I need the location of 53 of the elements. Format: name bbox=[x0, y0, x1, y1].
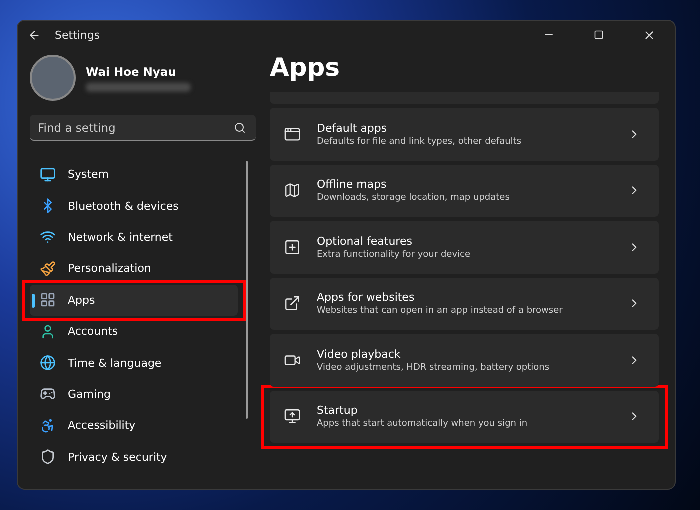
close-icon[interactable] bbox=[642, 28, 656, 42]
add-square-icon bbox=[284, 238, 301, 256]
card-subtitle: Video adjustments, HDR streaming, battery options bbox=[317, 362, 551, 373]
app-grid-icon bbox=[40, 292, 56, 308]
nav-item[interactable]: Gaming bbox=[30, 378, 238, 410]
settings-card[interactable]: Apps for websites Websites that can open in an app instead of a browser bbox=[270, 278, 659, 330]
gamepad-icon bbox=[40, 386, 56, 402]
nav-item[interactable]: Network & internet bbox=[30, 222, 238, 254]
nav-item[interactable]: Privacy & security bbox=[30, 442, 238, 473]
settings-card[interactable]: Default apps Defaults for file and link types, other defaults bbox=[270, 108, 659, 160]
globe-icon bbox=[40, 355, 56, 372]
nav-item[interactable]: Accounts bbox=[30, 316, 238, 348]
page-title: Apps bbox=[270, 53, 342, 83]
avatar bbox=[30, 55, 76, 101]
settings-card[interactable]: Offline maps Downloads, storage location, map updates bbox=[270, 164, 659, 217]
card-subtitle: Defaults for file and link types, other defaults bbox=[317, 136, 523, 147]
monitor-icon bbox=[40, 166, 56, 183]
accessibility-icon bbox=[40, 418, 56, 434]
card-title: Optional features bbox=[317, 234, 414, 248]
card-title: Startup bbox=[317, 404, 359, 418]
search-icon[interactable] bbox=[234, 122, 246, 134]
maximize-icon[interactable] bbox=[594, 30, 604, 40]
nav-item[interactable]: Personalization bbox=[30, 253, 238, 285]
card-subtitle: Websites that can open in an app instead of a browser bbox=[317, 306, 564, 316]
monitor-arrow-icon bbox=[284, 408, 301, 426]
person-icon bbox=[40, 324, 56, 340]
card-title: Default apps bbox=[317, 122, 388, 135]
card-subtitle: Apps that start automatically when you sign in bbox=[317, 419, 529, 430]
card-title: Video playback bbox=[317, 348, 402, 361]
nav-item[interactable]: System bbox=[30, 159, 238, 190]
back-icon[interactable] bbox=[28, 28, 41, 42]
nav-item[interactable]: Apps bbox=[30, 284, 238, 316]
user-name: Wai Hoe Nyau bbox=[86, 64, 178, 78]
scrollbar[interactable] bbox=[246, 161, 248, 419]
card-title: Apps for websites bbox=[317, 291, 416, 304]
card-title: Offline maps bbox=[317, 178, 388, 192]
nav-item[interactable]: Bluetooth & devices bbox=[30, 190, 238, 222]
settings-card[interactable]: Optional features Extra functionality for your device bbox=[270, 221, 659, 274]
card-subtitle: Downloads, storage location, map updates bbox=[317, 193, 511, 204]
paintbrush-icon bbox=[40, 260, 56, 277]
window-icon bbox=[284, 126, 301, 143]
card-subtitle: Extra functionality for your device bbox=[317, 250, 472, 260]
settings-card[interactable]: Startup Apps that start automatically when you sign in bbox=[270, 390, 659, 443]
window-title: Settings bbox=[55, 28, 102, 42]
nav-item[interactable]: Accessibility bbox=[30, 410, 238, 442]
shield-icon bbox=[40, 449, 56, 466]
nav-item[interactable]: Time & language bbox=[30, 347, 238, 379]
map-icon bbox=[284, 182, 301, 200]
settings-card[interactable]: Video playback Video adjustments, HDR streaming, battery options bbox=[270, 334, 659, 386]
external-link-icon bbox=[284, 295, 301, 312]
search-field[interactable]: Find a setting bbox=[30, 115, 256, 141]
wifi-icon bbox=[40, 229, 56, 246]
selection-indicator bbox=[32, 294, 35, 308]
